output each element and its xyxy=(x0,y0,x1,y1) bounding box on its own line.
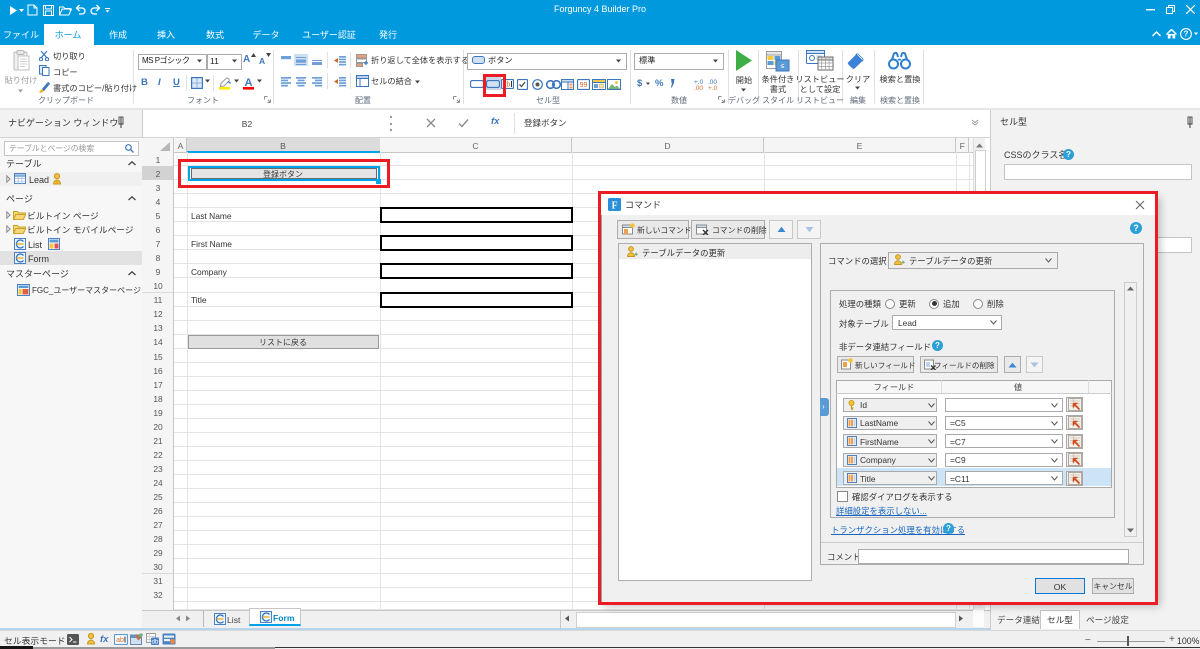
svg-text:db: db xyxy=(152,640,159,646)
svg-text:A: A xyxy=(245,77,253,89)
svg-text:?: ? xyxy=(1184,30,1189,39)
svg-text:ab: ab xyxy=(116,637,124,644)
svg-text:99: 99 xyxy=(580,82,588,89)
svg-text:≤: ≤ xyxy=(781,63,785,70)
svg-text:.00: .00 xyxy=(694,85,703,90)
svg-text:+.0: +.0 xyxy=(708,85,718,90)
